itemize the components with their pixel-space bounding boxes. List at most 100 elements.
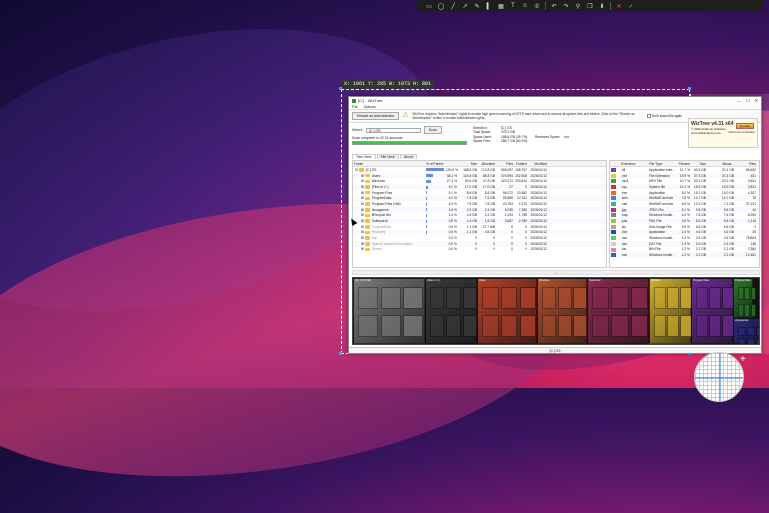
treemap-block[interactable]: WinSxS <box>649 278 691 344</box>
table-row[interactable]: .dllApplication exte...21.7 %40.9 GB37.4… <box>610 167 759 173</box>
folder-icon <box>365 185 370 189</box>
treemap-subblock <box>631 315 648 337</box>
treemap-block[interactable]: [C:] 174.8 GB <box>353 278 425 344</box>
tab-file-view[interactable]: File View <box>377 154 399 159</box>
dont-show-checkbox[interactable] <box>647 114 651 118</box>
table-row[interactable]: .wimWinRAR archive7.8 %14.7 GB14.7 GB78 <box>610 195 759 201</box>
sticker-icon[interactable]: ☺ <box>519 0 531 12</box>
folder-name: tmp <box>372 236 378 240</box>
dont-show-option[interactable]: Don't show this again <box>647 114 682 118</box>
treemap-block[interactable]: Windows <box>537 278 587 344</box>
col-extension[interactable]: Extension <box>620 162 648 166</box>
percent-bar-cell <box>425 185 445 189</box>
rectangle-icon[interactable]: ▭ <box>423 0 435 12</box>
treemap-subblock <box>501 287 518 309</box>
ellipse-icon[interactable]: ◯ <box>435 0 447 12</box>
color-swatch-cell <box>610 253 620 257</box>
table-row[interactable]: .sysSystem file10.1 %18.9 GB18.9 GB3,821 <box>610 184 759 190</box>
table-row[interactable]: .mspWindows Install..4.0 %7.6 GB7.6 GB8,… <box>610 213 759 219</box>
restart-admin-button[interactable]: Restart as Administrator <box>352 112 399 120</box>
table-row[interactable]: .jpgJPEG File5.1 %9.5 GB9.5 GB44 <box>610 207 759 213</box>
percent-cell: 1.3 % <box>676 242 691 246</box>
col-size[interactable]: Size <box>458 162 478 166</box>
copy-icon[interactable]: ❐ <box>584 0 596 12</box>
pane-splitter[interactable]: :::: <box>352 270 760 275</box>
drive-dropdown[interactable]: (C:) OS <box>366 128 421 133</box>
col-allocated[interactable]: Allocated <box>478 162 496 166</box>
treemap-block[interactable]: xboxgames <box>733 318 760 344</box>
minimize-icon[interactable]: — <box>737 98 741 103</box>
maximize-icon[interactable]: ☐ <box>746 98 750 103</box>
treemap-subblock <box>654 315 666 337</box>
size-cell: 7.8 GB <box>458 202 478 206</box>
table-row[interactable]: .msiWindows Install..1.4 %2.6 GB2.6 GB78… <box>610 235 759 241</box>
treemap-label: System32 <box>589 279 601 282</box>
percent-cell: 19.9 % <box>676 174 691 178</box>
arrow-icon[interactable]: ↗ <box>459 0 471 12</box>
table-row[interactable]: .datDAT File1.3 %2.6 GB2.4 GB148 <box>610 241 759 247</box>
treemap[interactable]: [C:] 174.8 GB(Files in C:)UsersWindowsSy… <box>352 277 760 345</box>
col-percent[interactable]: Percent <box>676 162 691 166</box>
table-row[interactable]: .exeApplication8.0 %15.1 GB15.0 GB4,307 <box>610 190 759 196</box>
mosaic-icon[interactable]: ▦ <box>495 0 507 12</box>
table-row[interactable]: .msiWindows Install..1.2 %2.2 GB2.2 GB12… <box>610 252 759 258</box>
treemap-block[interactable]: Program Files <box>691 278 733 344</box>
folder-name-cell: ⊞ xboxgames <box>353 208 425 212</box>
table-row[interactable]: .binBIN File1.2 %2.2 GB2.2 GB2,384 <box>610 247 759 253</box>
tab-tree-view[interactable]: Tree View <box>352 154 376 159</box>
col-files[interactable]: Files <box>735 162 757 166</box>
resize-handle[interactable] <box>339 352 342 355</box>
col-folders[interactable]: Folders <box>514 162 528 166</box>
color-swatch <box>611 168 616 172</box>
table-row[interactable]: .exeApplication2.4 %4.6 GB4.6 GB30 <box>610 230 759 236</box>
marker-icon[interactable]: ▍ <box>483 0 495 12</box>
menu-file[interactable]: File <box>352 105 358 109</box>
close-window-icon[interactable]: ✕ <box>755 98 758 103</box>
resize-handle[interactable] <box>339 87 342 90</box>
pencil-icon[interactable]: ✎ <box>471 0 483 12</box>
col-folder[interactable]: Folder <box>353 162 425 166</box>
folders-cell: 2,789 <box>514 219 528 223</box>
line-icon[interactable]: ╱ <box>447 0 459 12</box>
table-row[interactable]: .isoDisc Image File3.5 %6.6 GB6.6 GB2 <box>610 224 759 230</box>
col-file-type[interactable]: File Type <box>648 162 676 166</box>
confirm-icon[interactable]: ✓ <box>625 0 637 12</box>
close-icon[interactable]: ✕ <box>613 0 625 12</box>
col-modified[interactable]: Modified <box>528 162 548 166</box>
menu-options[interactable]: Options <box>364 105 376 109</box>
treemap-subblock <box>573 315 587 337</box>
tab-about[interactable]: About <box>400 154 417 159</box>
col-percent[interactable]: % of Parent <box>425 162 445 166</box>
col-allocated[interactable]: Alloca... <box>707 162 735 166</box>
table-row[interactable]: ⊞ Drivers0.0 %00002026/01/12 <box>353 247 606 253</box>
color-swatch <box>611 213 616 217</box>
table-row[interactable]: .mp4MP4 File10.7 %20.1 GB20.1 GB4,621 <box>610 178 759 184</box>
col-files[interactable]: Files <box>496 162 514 166</box>
col-size[interactable]: Size <box>691 162 707 166</box>
donate-button[interactable]: Donate <box>736 123 754 129</box>
treemap-block[interactable]: System32 <box>587 278 649 344</box>
scan-button[interactable]: Scan <box>424 126 442 134</box>
treemap-subblock <box>558 315 572 337</box>
pin-icon[interactable]: ⚲ <box>572 0 584 12</box>
folders-cell: 17,311 <box>514 196 528 200</box>
treemap-block[interactable]: Users <box>477 278 537 344</box>
table-row[interactable]: .exeFile Extension19.9 %37.5 GB37.4 GB45… <box>610 173 759 179</box>
treemap-block[interactable]: ProgramData <box>733 278 753 318</box>
table-row[interactable]: .cabWinRAR archive6.9 %12.9 GB7.2 GB37,1… <box>610 201 759 207</box>
text-icon[interactable]: T <box>507 0 519 12</box>
size-cell: 14.7 GB <box>691 196 707 200</box>
percent-bar-cell <box>425 247 445 251</box>
resize-handle[interactable] <box>688 87 691 90</box>
folder-icon <box>365 236 370 240</box>
treemap-subblock <box>463 287 477 309</box>
number-icon[interactable]: ① <box>531 0 543 12</box>
treemap-block[interactable]: (Files in C:) <box>425 278 477 344</box>
save-icon[interactable]: ⬇ <box>596 0 608 12</box>
treemap-subblock <box>430 315 444 337</box>
undo-icon[interactable]: ↶ <box>548 0 560 12</box>
percent-cell: 0.0 % <box>445 242 458 246</box>
folder-name: SoftwareUI <box>372 219 388 223</box>
table-row[interactable]: .pakPAK File3.5 %6.5 GB6.5 GB1,118 <box>610 218 759 224</box>
redo-icon[interactable]: ↷ <box>560 0 572 12</box>
